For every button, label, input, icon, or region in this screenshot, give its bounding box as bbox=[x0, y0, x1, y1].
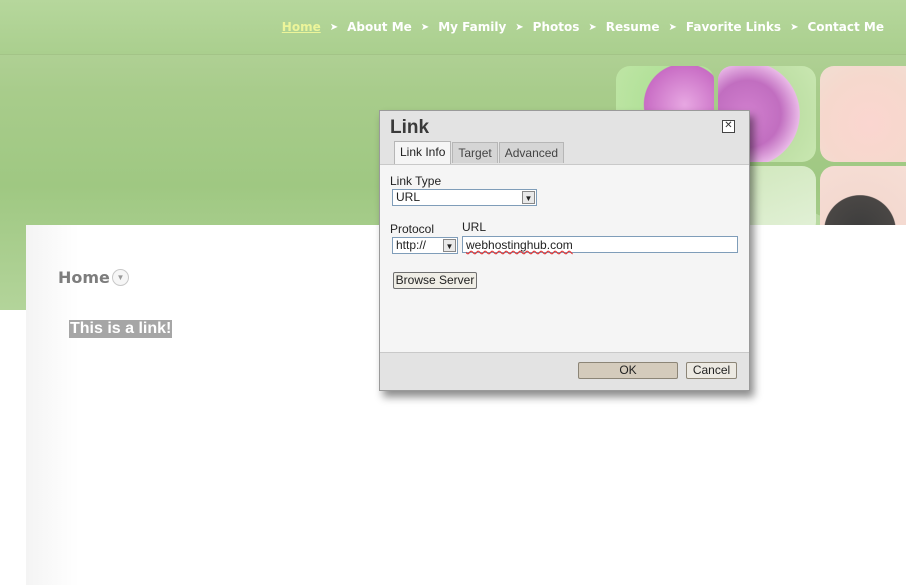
tab-advanced[interactable]: Advanced bbox=[498, 142, 565, 163]
link-type-value: URL bbox=[396, 190, 421, 204]
protocol-select[interactable]: http:// ▼ bbox=[392, 237, 458, 254]
dialog-tabs: Link Info Target Advanced bbox=[394, 141, 565, 164]
link-dialog: Link ✕ Link Info Target Advanced Link Ty… bbox=[379, 110, 750, 391]
chevron-down-icon[interactable]: ▼ bbox=[443, 239, 456, 252]
nav-about-me[interactable]: About Me bbox=[347, 20, 412, 34]
dialog-header: Link ✕ Link Info Target Advanced bbox=[380, 111, 749, 165]
browse-server-button[interactable]: Browse Server bbox=[393, 272, 477, 289]
dialog-title: Link bbox=[390, 117, 430, 138]
protocol-value: http:// bbox=[396, 238, 427, 252]
link-type-select[interactable]: URL ▼ bbox=[392, 189, 537, 206]
link-type-label: Link Type bbox=[390, 174, 442, 188]
double-chevron-right-icon: ➤ bbox=[329, 21, 339, 33]
url-input[interactable]: webhostinghub.com bbox=[462, 236, 738, 253]
protocol-label: Protocol bbox=[390, 222, 435, 236]
selected-link-text[interactable]: This is a link! bbox=[69, 320, 173, 338]
nav-home[interactable]: Home bbox=[282, 20, 321, 34]
ok-button[interactable]: OK bbox=[578, 362, 678, 379]
tab-target[interactable]: Target bbox=[452, 142, 498, 163]
chevron-down-icon[interactable]: ▼ bbox=[112, 269, 129, 286]
dialog-footer: OK Cancel bbox=[380, 352, 749, 390]
url-label: URL bbox=[462, 220, 487, 234]
url-value: webhostinghub.com bbox=[466, 238, 573, 252]
tab-link-info[interactable]: Link Info bbox=[394, 141, 452, 164]
cancel-button[interactable]: Cancel bbox=[686, 362, 737, 379]
chevron-down-icon[interactable]: ▼ bbox=[522, 191, 535, 204]
photo-tile bbox=[820, 66, 906, 162]
double-chevron-right-icon: ➤ bbox=[420, 21, 430, 33]
nav-my-family[interactable]: My Family bbox=[438, 20, 506, 34]
page-title: Home bbox=[58, 268, 110, 287]
close-icon[interactable]: ✕ bbox=[722, 120, 735, 133]
double-chevron-right-icon: ➤ bbox=[515, 21, 524, 33]
